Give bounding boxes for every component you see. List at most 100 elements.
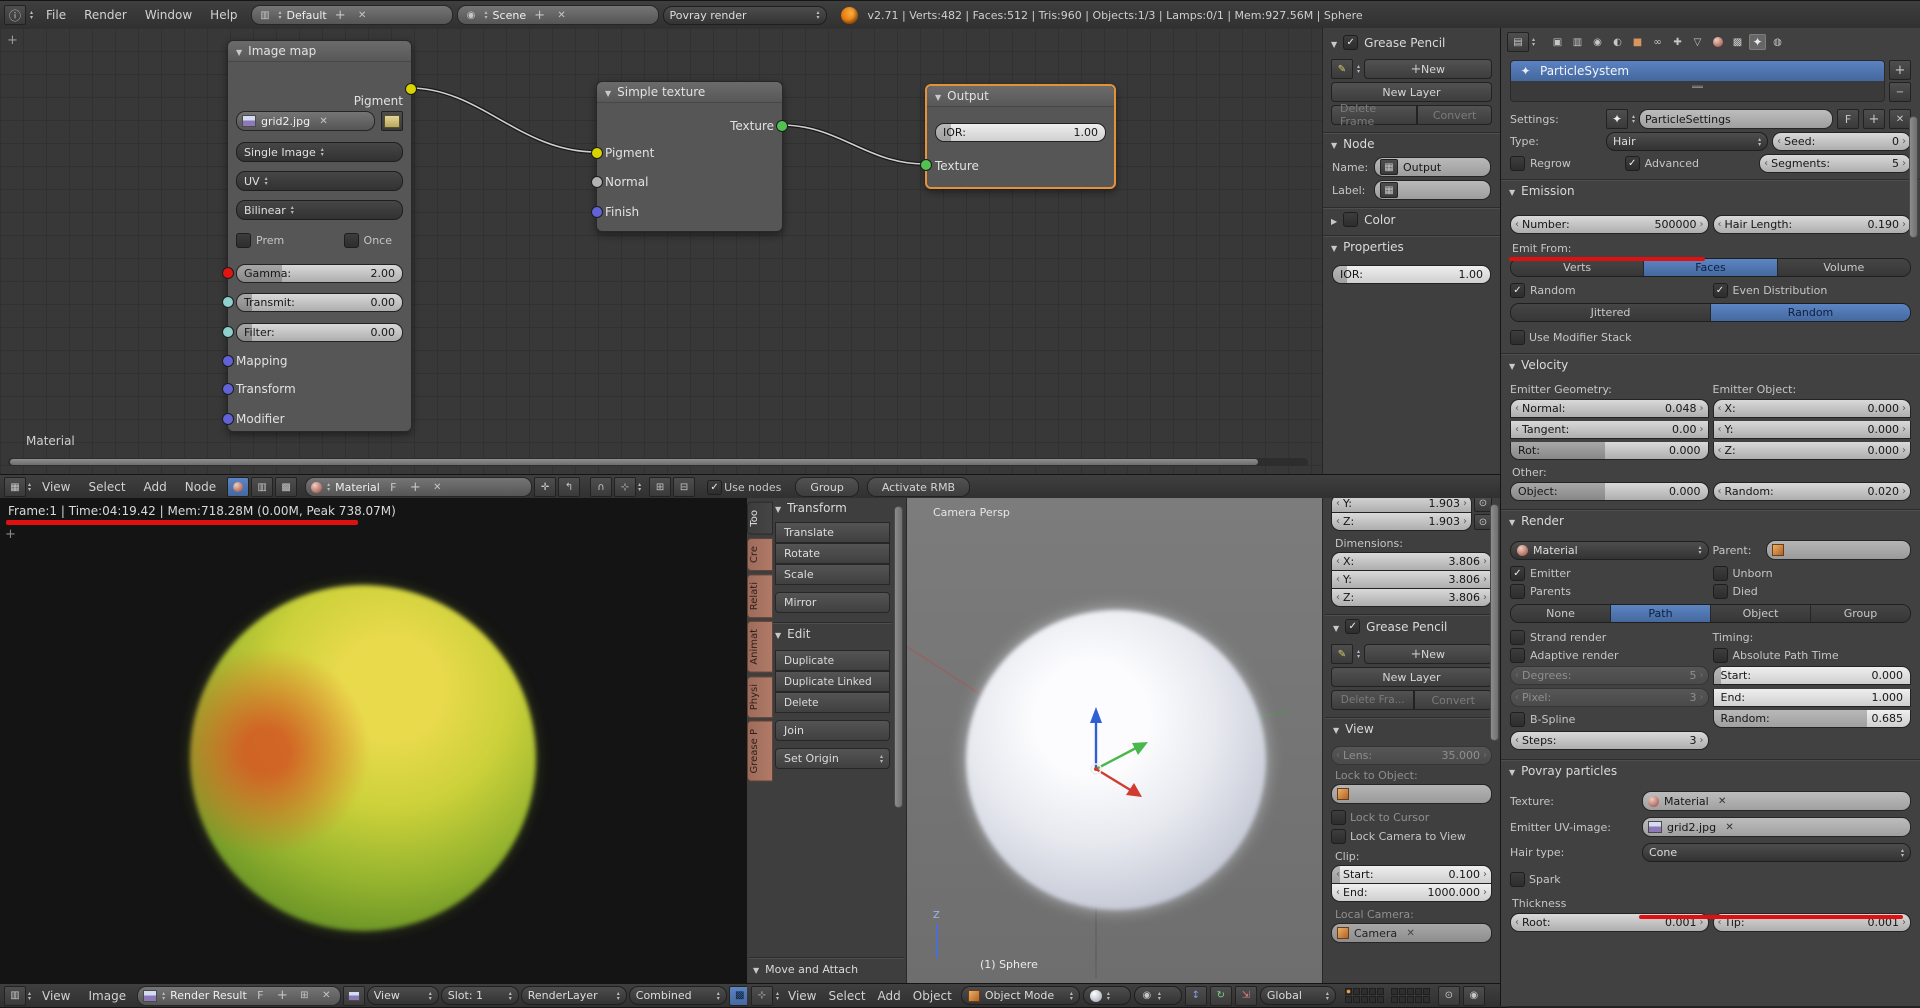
degrees-field[interactable]: ‹Degrees:5›	[1510, 666, 1709, 685]
local-camera-field[interactable]: Camera	[1331, 923, 1492, 943]
use-modifier-stack-checkbox[interactable]	[1510, 330, 1525, 345]
render-material-select[interactable]: Material	[1510, 541, 1709, 560]
paste-nodes-icon[interactable]	[673, 477, 695, 497]
hair-type-select[interactable]: Cone	[1642, 843, 1911, 862]
simple-texture-node[interactable]: Simple texture Texture Pigment Normal Fi…	[596, 81, 783, 232]
collapse-icon[interactable]	[236, 44, 242, 58]
scale-y-field[interactable]: ‹Y:1.903›	[1331, 498, 1472, 513]
fake-user-button[interactable]: F	[252, 988, 269, 1004]
menu-item[interactable]: View	[33, 985, 79, 1007]
layers-grid-2[interactable]	[1391, 988, 1430, 1003]
output-node[interactable]: Output IOR:1.00 Texture	[925, 84, 1116, 189]
menu-item[interactable]: Render	[75, 3, 136, 27]
segment-button[interactable]: Jittered	[1511, 304, 1711, 321]
image-datablock[interactable]: Render Result F	[137, 986, 341, 1006]
particle-type-select[interactable]: Hair	[1606, 132, 1768, 151]
pixel-field[interactable]: ‹Pixel:3›	[1510, 688, 1709, 707]
menu-item[interactable]: Node	[176, 475, 225, 499]
velocity-x-field[interactable]: ‹X:0.000›	[1713, 399, 1912, 418]
node-editor-hscrollbar[interactable]	[8, 458, 1308, 466]
world-tab[interactable]	[1609, 34, 1626, 50]
segment-button[interactable]: Group	[1811, 605, 1910, 622]
clip-end-field[interactable]: ‹End:1000.000›	[1331, 884, 1492, 902]
close-layout-button[interactable]	[354, 7, 371, 23]
lock-to-scene-icon[interactable]	[1438, 986, 1460, 1006]
new-settings-button[interactable]	[1863, 109, 1885, 129]
advanced-checkbox[interactable]	[1625, 156, 1640, 171]
draw-mode-icon[interactable]	[1331, 59, 1353, 79]
physics-tab[interactable]	[1769, 34, 1786, 50]
menu-item[interactable]: Add	[872, 985, 907, 1007]
region-expand-plus-icon[interactable]	[2, 526, 19, 542]
clear-camera-icon[interactable]	[1402, 925, 1419, 941]
even-distribution-checkbox[interactable]	[1713, 283, 1728, 298]
list-resize-grip[interactable]: ══	[1511, 81, 1884, 95]
group-button[interactable]: Group	[795, 477, 859, 497]
editor-type-icon[interactable]	[751, 986, 773, 1006]
menu-item[interactable]: Select	[823, 985, 872, 1007]
menu-item[interactable]: View	[782, 985, 822, 1007]
number-field[interactable]: ‹Number:500000›	[1510, 215, 1709, 234]
use-nodes-checkbox[interactable]	[707, 480, 722, 495]
texture-tab[interactable]	[1729, 34, 1746, 50]
mirror-button[interactable]: Mirror	[775, 592, 890, 613]
node-name-field[interactable]: Output	[1374, 157, 1491, 177]
timing-random-slider[interactable]: Random:0.685	[1713, 710, 1912, 728]
go-parent-node-tree-icon[interactable]	[558, 477, 580, 497]
transmit-input-socket[interactable]	[222, 296, 234, 308]
editor-type-icon[interactable]	[4, 477, 26, 497]
layers-grid-1[interactable]	[1345, 988, 1384, 1003]
node-label-field[interactable]	[1374, 180, 1491, 200]
spark-checkbox[interactable]	[1510, 872, 1525, 887]
distribution-buttons[interactable]: JitteredRandom	[1510, 303, 1911, 322]
emitter-uv-image-field[interactable]: grid2.jpg	[1642, 817, 1911, 837]
strand-render-checkbox[interactable]	[1510, 630, 1525, 645]
velocity-normal-field[interactable]: ‹Normal:0.048›	[1510, 399, 1709, 418]
texture-input-socket[interactable]	[920, 159, 932, 171]
render-layers-tab[interactable]	[1569, 34, 1586, 50]
manipulator-rotate-icon[interactable]: ↻	[1210, 986, 1232, 1006]
image-preview-icon[interactable]	[343, 986, 365, 1006]
activate-rmb-button[interactable]: Activate RMB	[867, 477, 970, 497]
editor-type-icon[interactable]	[4, 5, 26, 25]
seed-field[interactable]: ‹Seed:0›	[1772, 132, 1911, 151]
menu-item[interactable]: Image	[80, 985, 136, 1007]
regrow-checkbox[interactable]	[1510, 156, 1525, 171]
tool-button[interactable]: Translate	[775, 522, 890, 543]
join-button[interactable]: Join	[775, 720, 890, 741]
pigment-input-socket[interactable]	[591, 147, 603, 159]
segment-button[interactable]: Object	[1711, 605, 1811, 622]
image-datablock[interactable]: grid2.jpg	[236, 111, 375, 131]
gamma-slider[interactable]: Gamma:2.00	[236, 264, 403, 283]
ior-slider[interactable]: IOR:1.00	[935, 123, 1106, 142]
menu-item[interactable]: Window	[136, 3, 201, 27]
menu-item[interactable]: Help	[201, 3, 246, 27]
render-tab[interactable]	[1549, 34, 1566, 50]
fake-user-button[interactable]: F	[1837, 109, 1859, 129]
add-scene-button[interactable]	[531, 7, 548, 23]
tool-button[interactable]: Duplicate	[775, 650, 890, 671]
segment-button[interactable]: Path	[1611, 605, 1711, 622]
filter-slider[interactable]: Filter:0.00	[236, 323, 403, 342]
emitter-checkbox[interactable]	[1510, 566, 1525, 581]
copy-nodes-icon[interactable]	[649, 477, 671, 497]
gp-delete-frame-button[interactable]: Delete Frame	[1331, 105, 1417, 125]
ior-slider[interactable]: IOR:1.00	[1332, 265, 1491, 284]
segment-button[interactable]: Random	[1711, 304, 1910, 321]
gp-new-button[interactable]: New	[1364, 59, 1492, 79]
gp-new-layer-button[interactable]: New Layer	[1331, 82, 1492, 102]
parents-checkbox[interactable]	[1510, 584, 1525, 599]
material-tab[interactable]	[1709, 34, 1726, 50]
lock-camera-checkbox[interactable]	[1331, 829, 1346, 844]
menu-item[interactable]: Add	[135, 475, 176, 499]
open-image-button[interactable]	[381, 111, 403, 131]
died-checkbox[interactable]	[1713, 584, 1728, 599]
menu-item[interactable]: File	[37, 3, 75, 27]
tool-button[interactable]: Rotate	[775, 543, 890, 564]
image-source-select[interactable]: Single Image	[236, 142, 403, 162]
menu-item[interactable]: View	[33, 475, 79, 499]
velocity-rot-slider[interactable]: Rot:0.000	[1510, 442, 1709, 460]
unlink-image-button[interactable]	[318, 988, 335, 1004]
region-expand-plus-icon[interactable]	[4, 32, 21, 48]
particle-settings-icon[interactable]	[1606, 109, 1628, 129]
